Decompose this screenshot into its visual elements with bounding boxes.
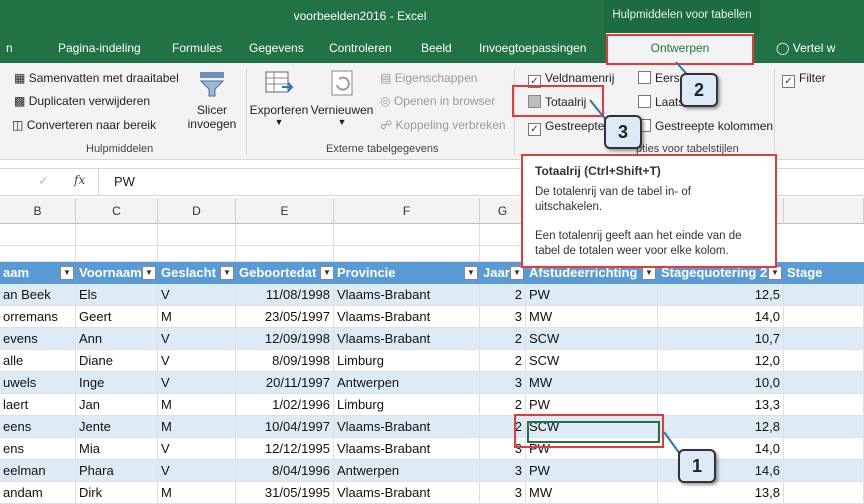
tooltip-line: Een totalenrij geeft aan het einde van d… (535, 230, 742, 242)
callout-1-pointer (663, 431, 681, 455)
callout-2-badge: 2 (680, 73, 718, 107)
tooltip-title: Totaalrij (Ctrl+Shift+T) (535, 164, 661, 178)
tooltip-spacer (535, 215, 763, 229)
tooltip-line: uitschakelen. (535, 201, 603, 213)
callout-1-badge: 1 (678, 449, 716, 483)
tooltip-line: De totalenrij van de tabel in- of (535, 186, 691, 198)
total-row-tooltip: Totaalrij (Ctrl+Shift+T) De totalenrij v… (521, 154, 777, 268)
tooltip-line: tabel de totalen weer voor elke kolom. (535, 245, 729, 257)
callout-3-badge: 3 (604, 115, 642, 149)
callout-3-pointer (589, 99, 607, 121)
